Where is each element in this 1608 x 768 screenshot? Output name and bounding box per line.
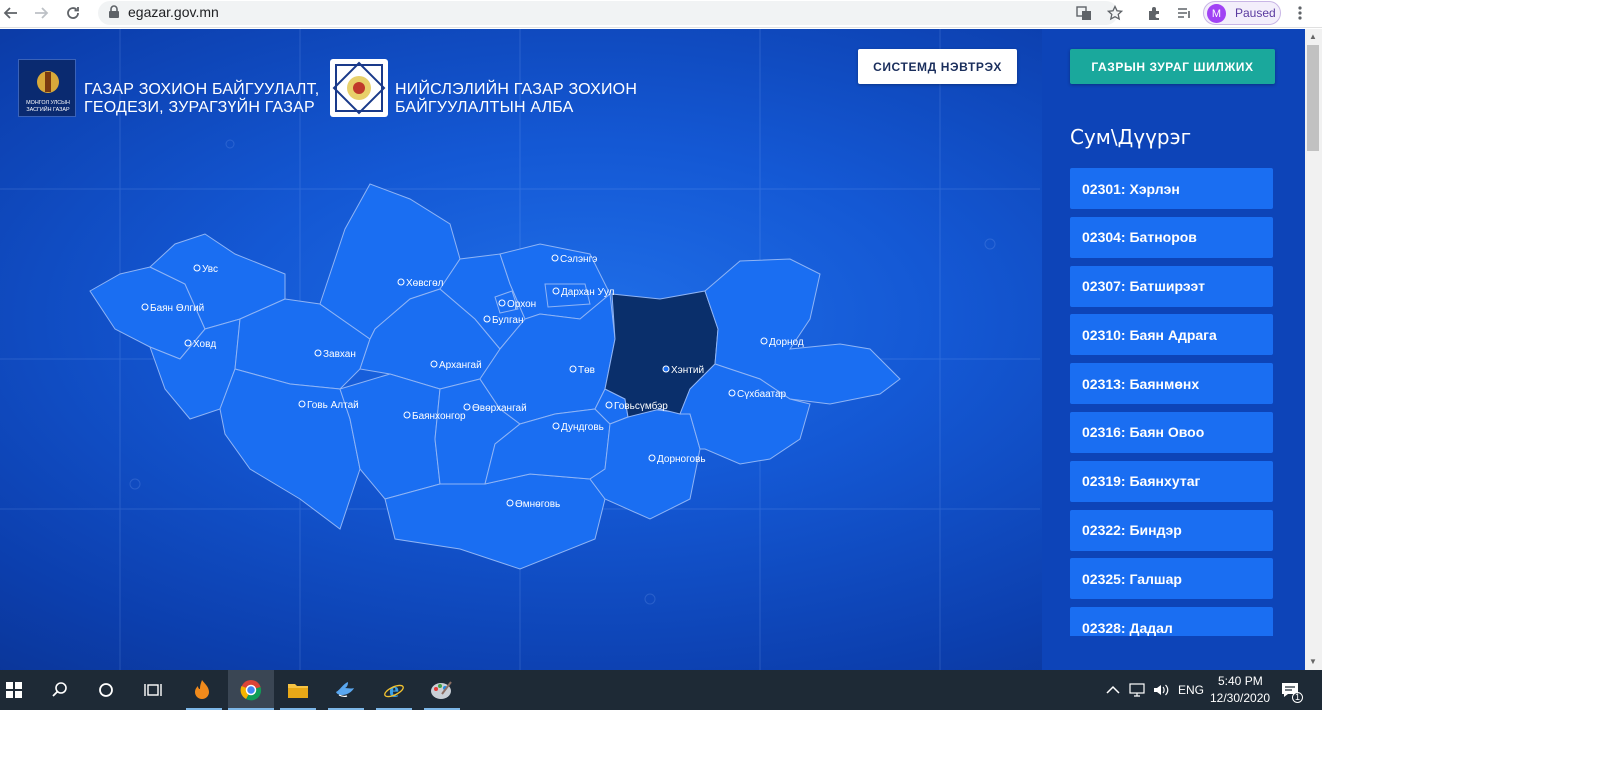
province-label-sukhbaatar[interactable]: Сүхбаатар (737, 388, 787, 400)
avatar: M (1207, 4, 1226, 23)
province-label-selenge[interactable]: Сэлэнгэ (560, 254, 597, 265)
back-icon[interactable] (0, 2, 22, 24)
cortana-icon[interactable] (92, 676, 120, 704)
taskbar-indicator (228, 708, 274, 710)
task-view-icon[interactable] (139, 676, 167, 704)
internet-explorer-icon[interactable]: e (380, 676, 408, 704)
svg-text:e: e (389, 679, 399, 701)
province-label-arkhangai[interactable]: Архангай (439, 360, 482, 371)
province-label-govi-altai[interactable]: Говь Алтай (307, 400, 359, 411)
language-indicator[interactable]: ENG (1178, 683, 1204, 697)
fire-app-icon[interactable] (188, 676, 216, 704)
page-viewport: МОНГОЛ УЛСЫН ЗАСГИЙН ГАЗАР ГАЗАР ЗОХИОН … (0, 29, 1305, 670)
clock-date[interactable]: 12/30/2020 (1210, 691, 1270, 705)
province-label-bayan-olgii[interactable]: Баян Өлгий (150, 303, 204, 314)
province-label-darkhan-uul[interactable]: Дархан Уул (561, 287, 615, 298)
switch-map-button[interactable]: ГАЗРЫН ЗУРАГ ШИЛЖИХ (1070, 49, 1275, 84)
forward-icon[interactable] (30, 2, 52, 24)
file-explorer-icon[interactable] (284, 676, 312, 704)
province-label-ovorkhangai[interactable]: Өвөрхангай (472, 403, 527, 414)
scroll-thumb[interactable] (1307, 45, 1319, 151)
url-text[interactable]: egazar.gov.mn (128, 4, 219, 20)
province-label-dornogovi[interactable]: Дорноговь (657, 454, 706, 465)
browser-toolbar: egazar.gov.mn M Paused (0, 0, 1322, 28)
region-govi-altai[interactable] (219, 368, 361, 530)
province-label-khovd[interactable]: Ховд (193, 339, 216, 350)
lock-icon[interactable] (108, 5, 120, 24)
notification-badge: 1 (1292, 692, 1303, 703)
windows-start-icon[interactable] (0, 676, 28, 704)
profile-button[interactable]: M Paused (1203, 1, 1281, 25)
network-icon[interactable] (1126, 676, 1148, 704)
taskbar-indicator (280, 708, 316, 710)
province-label-govisumber[interactable]: Говьсүмбэр (614, 400, 668, 412)
address-bar[interactable] (98, 1, 1118, 25)
volume-icon[interactable] (1150, 676, 1172, 704)
district-item[interactable]: 02301: Хэрлэн (1070, 168, 1273, 209)
map-regions[interactable] (89, 183, 901, 570)
district-item[interactable]: 02316: Баян Овоо (1070, 411, 1273, 453)
province-label-bayankhongor[interactable]: Баянхонгор (412, 411, 466, 422)
district-item[interactable]: 02313: Баянмөнх (1070, 363, 1273, 405)
star-icon[interactable] (1105, 3, 1125, 23)
district-item[interactable]: 02319: Баянхутаг (1070, 460, 1273, 502)
district-panel: ГАЗРЫН ЗУРАГ ШИЛЖИХ Сум\Дүүрэг 02301: Хэ… (1042, 29, 1305, 670)
page-scrollbar[interactable]: ▲ ▼ (1305, 29, 1322, 670)
mongolia-map[interactable]: Увс Баян Өлгий Ховд Говь Алтай Завхан Хөвсгөл… (0, 29, 1040, 670)
reload-icon[interactable] (62, 2, 84, 24)
profile-status: Paused (1235, 6, 1276, 20)
province-label-khentii[interactable]: Хэнтий (671, 365, 704, 376)
menu-icon[interactable] (1290, 3, 1310, 23)
taskbar-indicator (186, 708, 222, 710)
bird-app-icon[interactable] (331, 676, 359, 704)
taskbar-indicator (424, 708, 460, 710)
province-label-orkhon[interactable]: Орхон (507, 299, 536, 310)
district-list[interactable]: 02301: Хэрлэн 02304: Батноров 02307: Бат… (1070, 168, 1273, 636)
translate-icon[interactable] (1074, 3, 1094, 23)
province-label-dundgovi[interactable]: Дундговь (561, 422, 604, 433)
clock-time[interactable]: 5:40 PM (1218, 674, 1263, 688)
province-label-zavkhan[interactable]: Завхан (323, 349, 356, 360)
district-item[interactable]: 02328: Дадал (1070, 607, 1273, 636)
taskbar-indicator (376, 708, 412, 710)
district-item[interactable]: 02325: Галшар (1070, 558, 1273, 600)
paint-app-icon[interactable] (427, 676, 455, 704)
province-label-tov[interactable]: Төв (578, 365, 595, 376)
province-dot[interactable] (662, 365, 670, 373)
province-label-khovsgol[interactable]: Хөвсгөл (406, 278, 444, 289)
scroll-up-icon[interactable]: ▲ (1309, 32, 1317, 41)
province-label-umnogovi[interactable]: Өмнөговь (515, 499, 560, 510)
tray-chevron-icon[interactable] (1103, 676, 1123, 704)
windows-taskbar: e ENG 5:40 PM 12/30/2020 1 (0, 670, 1322, 710)
province-label-uvs[interactable]: Увс (202, 264, 218, 275)
district-item[interactable]: 02307: Батширээт (1070, 265, 1273, 307)
district-item[interactable]: 02310: Баян Адрага (1070, 314, 1273, 356)
province-label-dornod[interactable]: Дорнод (769, 337, 804, 348)
taskbar-indicator (328, 708, 364, 710)
panel-title: Сум\Дүүрэг (1070, 125, 1192, 149)
reading-list-icon[interactable] (1174, 3, 1194, 23)
chrome-taskbar-icon[interactable] (228, 670, 274, 710)
scroll-down-icon[interactable]: ▼ (1309, 657, 1317, 666)
district-item[interactable]: 02322: Биндэр (1070, 509, 1273, 551)
district-item[interactable]: 02304: Батноров (1070, 216, 1273, 258)
province-label-bulgan[interactable]: Булган (492, 315, 523, 326)
search-icon[interactable] (46, 676, 74, 704)
extensions-icon[interactable] (1144, 3, 1164, 23)
